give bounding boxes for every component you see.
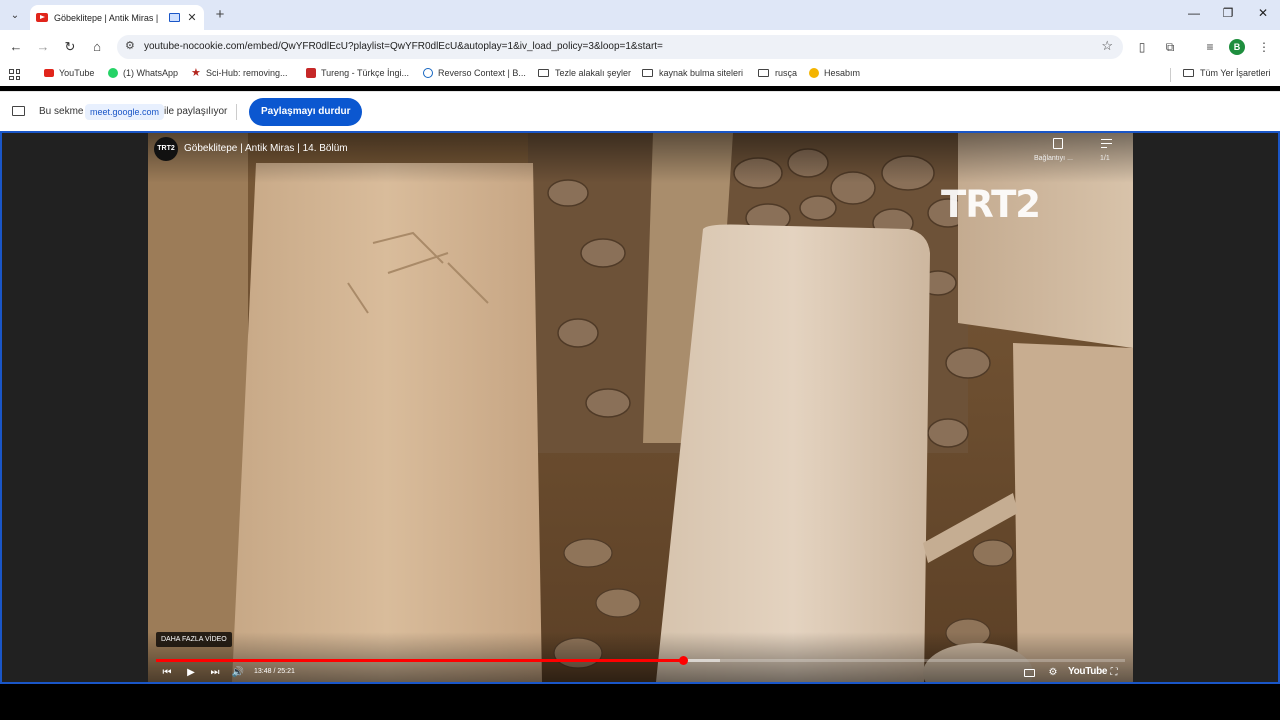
video-player[interactable]: TRT2 Göbeklitepe | Antik Miras | 14. Böl… <box>148 133 1133 682</box>
bookmark-label: Hesabım <box>824 68 861 78</box>
forward-button[interactable]: → <box>34 38 52 56</box>
account-icon <box>809 68 819 78</box>
screen-share-icon <box>12 106 25 116</box>
all-bookmarks-folder[interactable]: Tüm Yer İşaretleri <box>1183 68 1271 78</box>
bookmark-scihub[interactable]: ★ Sci-Hub: removing... <box>191 67 288 79</box>
bookmark-label: rusça <box>775 68 798 78</box>
play-button[interactable]: ▶ <box>184 666 198 680</box>
folder-icon <box>538 69 549 77</box>
bookmark-label: Sci-Hub: removing... <box>206 68 288 78</box>
url-text[interactable]: youtube-nocookie.com/embed/QwYFR0dlEcU?p… <box>144 41 663 52</box>
bookmarks-bar: YouTube (1) WhatsApp ★ Sci-Hub: removing… <box>0 64 1280 86</box>
sharing-text-after: ile paylaşılıyor <box>164 106 228 117</box>
bookmark-tureng[interactable]: Tureng - Türkçe İngi... <box>306 68 409 78</box>
extensions-icon[interactable]: ⧉ <box>1162 39 1178 55</box>
sharing-domain-chip: meet.google.com <box>85 104 165 120</box>
playlist-position: 1/1 <box>1100 155 1110 162</box>
sharing-text-before: Bu sekme <box>39 106 84 117</box>
scihub-icon: ★ <box>191 67 201 79</box>
close-window-button[interactable]: ✕ <box>1253 6 1273 20</box>
stop-sharing-button[interactable]: Paylaşmayı durdur <box>249 98 363 126</box>
bookmark-label: YouTube <box>59 68 95 78</box>
youtube-favicon-icon <box>36 13 48 22</box>
profile-avatar[interactable]: B <box>1229 39 1245 55</box>
bookmark-reverso[interactable]: Reverso Context | B... <box>423 68 526 78</box>
more-videos-button[interactable]: DAHA FAZLA VİDEO <box>156 632 232 647</box>
bookmark-folder-tez[interactable]: Tezle alakalı şeyler <box>538 68 631 78</box>
settings-gear-icon[interactable]: ⚙ <box>1046 666 1060 680</box>
bookmark-folder-kaynak[interactable]: kaynak bulma siteleri <box>642 68 743 78</box>
copy-link-icon[interactable] <box>1053 138 1063 149</box>
folder-icon <box>642 69 653 77</box>
bookmark-label: kaynak bulma siteleri <box>659 68 744 78</box>
menu-kebab-icon[interactable]: ⋮ <box>1256 39 1272 55</box>
reverso-icon <box>423 68 433 78</box>
bookmark-label: Reverso Context | B... <box>438 68 526 78</box>
screen-share-indicator-icon <box>169 13 180 22</box>
close-tab-icon[interactable]: ✕ <box>186 11 198 24</box>
bookmark-label: Tezle alakalı şeyler <box>555 68 632 78</box>
bottom-strip <box>0 684 1280 720</box>
minimize-button[interactable]: — <box>1184 6 1204 20</box>
restore-button[interactable]: ❐ <box>1218 6 1238 20</box>
back-button[interactable]: ← <box>7 38 25 56</box>
bookmark-label: Tureng - Türkçe İngi... <box>321 68 410 78</box>
apps-grid-icon[interactable] <box>9 69 20 80</box>
progress-played <box>156 659 684 662</box>
time-display: 13:48 / 25:21 <box>254 668 295 675</box>
tab-active[interactable]: Göbeklitepe | Antik Miras | ✕ <box>30 5 204 30</box>
subtitles-icon[interactable] <box>1024 669 1035 677</box>
tab-sharing-infobar: Bu sekme meet.google.com ile paylaşılıyo… <box>0 91 1280 131</box>
youtube-icon <box>44 69 54 77</box>
tab-title: Göbeklitepe | Antik Miras | <box>54 12 159 23</box>
folder-icon <box>758 69 769 77</box>
sharebar-divider <box>236 104 237 120</box>
tab-search-chevron-icon[interactable]: ⌄ <box>6 6 24 24</box>
channel-watermark: TRT2 <box>941 183 1041 226</box>
bookmark-folder-rusca[interactable]: rusça <box>758 68 797 78</box>
bookmark-star-icon[interactable]: ☆ <box>1101 38 1113 54</box>
bookmark-label: Tüm Yer İşaretleri <box>1200 68 1271 78</box>
home-button[interactable]: ⌂ <box>88 38 106 56</box>
player-top-overlay <box>148 133 1133 183</box>
tab-strip: ⌄ Göbeklitepe | Antik Miras | ✕ + — ❐ ✕ <box>0 0 1280 30</box>
progress-bar[interactable] <box>156 656 1125 665</box>
folder-icon <box>1183 69 1194 77</box>
whatsapp-icon <box>108 68 118 78</box>
tureng-icon <box>306 68 316 78</box>
bookmark-youtube[interactable]: YouTube <box>44 68 94 78</box>
channel-logo[interactable]: TRT2 <box>154 137 178 161</box>
site-info-icon[interactable]: ⚙ <box>125 39 135 52</box>
next-button[interactable]: ⏭ <box>208 666 222 680</box>
browser-toolbar: ← → ↻ ⌂ ⚙ youtube-nocookie.com/embed/QwY… <box>0 30 1280 64</box>
bookmark-whatsapp[interactable]: (1) WhatsApp <box>108 68 178 78</box>
video-title[interactable]: Göbeklitepe | Antik Miras | 14. Bölüm <box>184 143 348 154</box>
bookmark-hesabim[interactable]: Hesabım <box>809 68 860 78</box>
copy-link-label[interactable]: Bağlantıyı ... <box>1034 155 1073 162</box>
youtube-logo[interactable]: YouTube <box>1068 666 1108 677</box>
bookmarks-divider <box>1170 68 1171 82</box>
player-bottom-overlay <box>148 632 1133 682</box>
media-controls-icon[interactable]: ≡ <box>1202 39 1218 55</box>
bookmark-label: (1) WhatsApp <box>123 68 179 78</box>
previous-button[interactable]: ⏮ <box>160 666 174 680</box>
exit-fullscreen-icon[interactable]: ⛶ <box>1107 666 1121 680</box>
reload-button[interactable]: ↻ <box>61 38 79 56</box>
playlist-icon[interactable] <box>1101 139 1112 150</box>
reading-mode-icon[interactable]: ▯ <box>1134 39 1150 55</box>
new-tab-button[interactable]: + <box>212 6 228 23</box>
address-bar[interactable]: ⚙ youtube-nocookie.com/embed/QwYFR0dlEcU… <box>117 35 1123 59</box>
volume-icon[interactable]: 🔊 <box>231 666 245 680</box>
